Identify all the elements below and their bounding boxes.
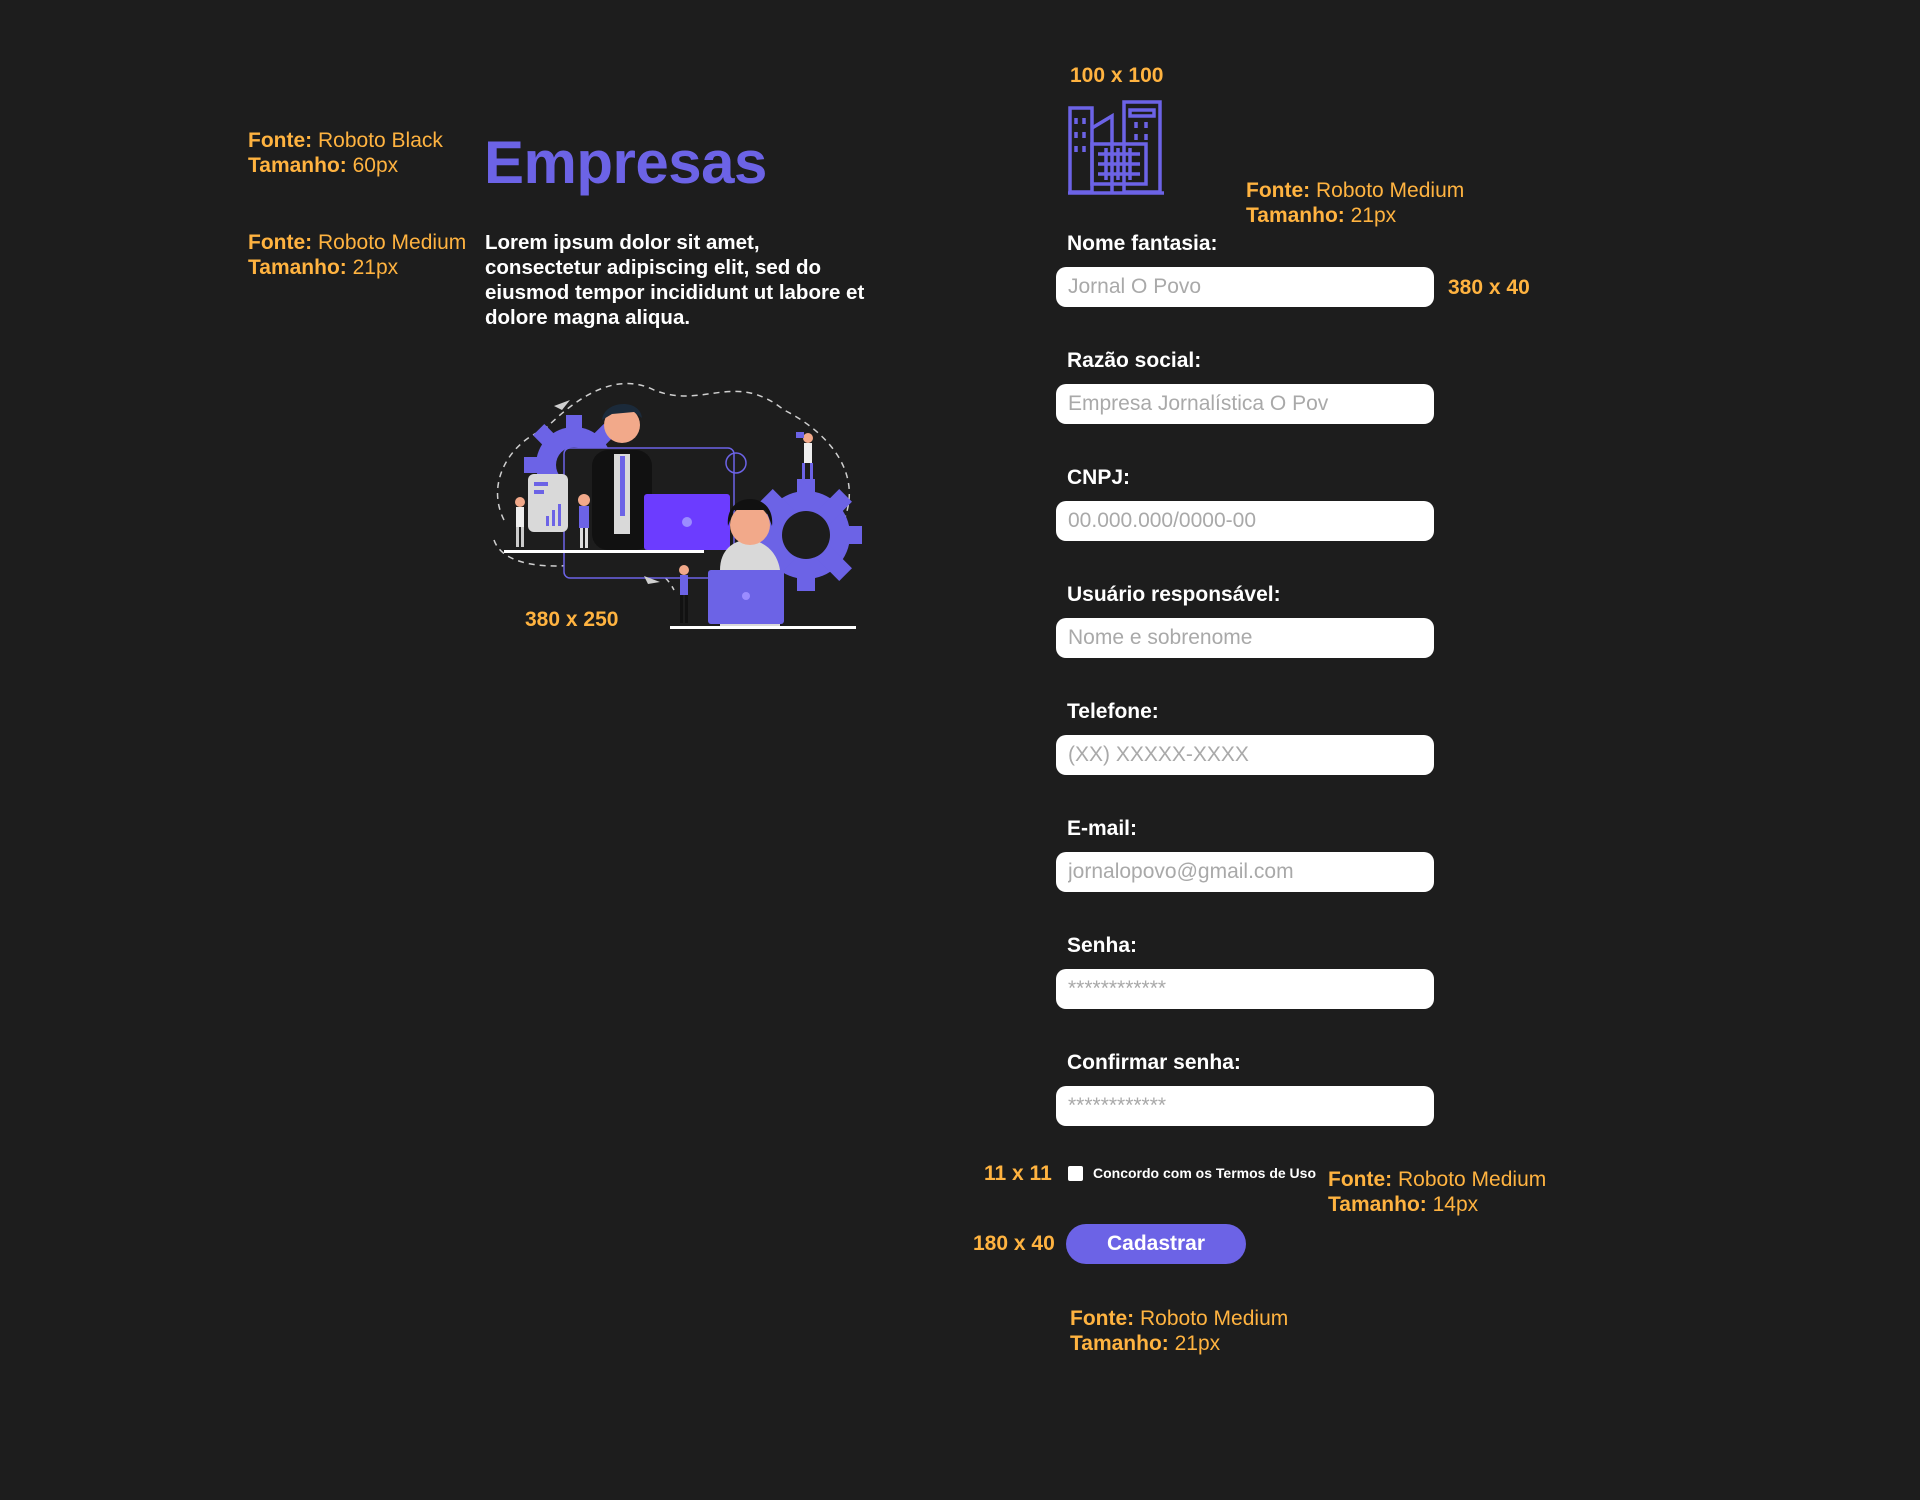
form-font-annotation: Fonte: Roboto Medium Tamanho: 21px [1246, 179, 1465, 227]
illustration-dimension: 380 x 250 [525, 608, 619, 631]
email-input[interactable] [1056, 852, 1434, 892]
phone-label: Telefone: [1067, 700, 1159, 723]
trade-name-input[interactable] [1056, 267, 1434, 307]
intro-text: Lorem ipsum dolor sit amet, consectetur … [485, 231, 865, 329]
business-team-illustration [493, 382, 862, 629]
button-font-annotation: Fonte: Roboto Medium Tamanho: 21px [1070, 1307, 1289, 1355]
page-title: Empresas [484, 129, 767, 196]
logo-dimension: 100 x 100 [1070, 64, 1164, 87]
password-label: Senha: [1067, 934, 1138, 957]
cnpj-label: CNPJ: [1067, 466, 1131, 489]
register-button[interactable]: Cadastrar [1066, 1224, 1246, 1264]
design-spec-page: Fonte: Roboto Black Tamanho: 60px Fonte:… [0, 0, 1920, 1500]
building-icon [1068, 100, 1164, 195]
intro-font-annotation: Fonte: Roboto Medium Tamanho: 21px [248, 231, 467, 279]
email-label: E-mail: [1067, 817, 1138, 840]
responsible-user-label: Usuário responsável: [1067, 583, 1281, 606]
responsible-user-input[interactable] [1056, 618, 1434, 658]
terms-checkbox[interactable] [1068, 1165, 1083, 1181]
terms-font-annotation: Fonte: Roboto Medium Tamanho: 14px [1328, 1168, 1547, 1216]
trade-name-label: Nome fantasia: [1067, 232, 1218, 255]
confirm-password-input[interactable] [1056, 1086, 1434, 1126]
company-name-label: Razão social: [1067, 349, 1202, 372]
terms-label: Concordo com os Termos de Uso [1093, 1165, 1316, 1181]
title-font-annotation: Fonte: Roboto Black Tamanho: 60px [248, 129, 443, 177]
confirm-password-label: Confirmar senha: [1067, 1051, 1241, 1074]
password-input[interactable] [1056, 969, 1434, 1009]
company-name-input[interactable] [1056, 384, 1434, 424]
phone-input[interactable] [1056, 735, 1434, 775]
terms-row: Concordo com os Termos de Uso [1068, 1165, 1316, 1181]
cnpj-input[interactable] [1056, 501, 1434, 541]
input-dimension: 380 x 40 [1448, 276, 1530, 299]
button-dimension: 180 x 40 [973, 1232, 1055, 1255]
checkbox-dimension: 11 x 11 [984, 1162, 1052, 1185]
